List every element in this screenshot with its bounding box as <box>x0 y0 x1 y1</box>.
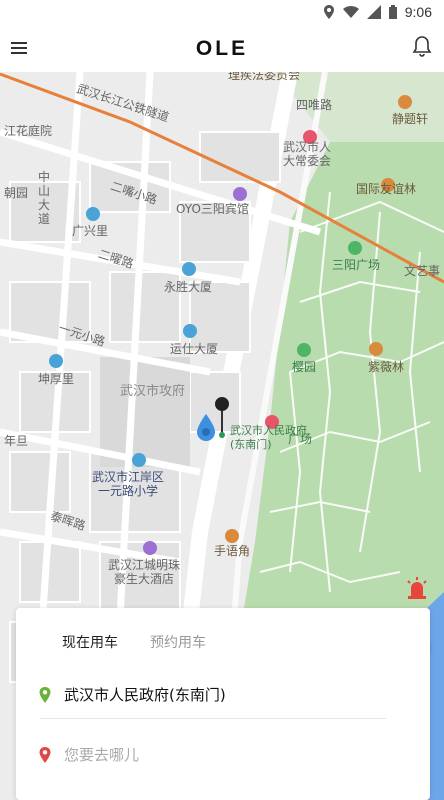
hamburger-icon <box>11 42 27 54</box>
sos-button[interactable] <box>404 575 430 601</box>
signal-icon <box>366 5 381 19</box>
alarm-light-icon <box>407 577 427 599</box>
tab-book-ride[interactable]: 预约用车 <box>150 632 206 652</box>
notifications-button[interactable] <box>410 34 434 60</box>
map-label: 四唯路 <box>296 98 333 112</box>
map-label: 年旦 <box>4 434 29 448</box>
map-label: 永胜大厦 <box>164 280 213 294</box>
map-label: 坤厚里 <box>38 372 75 386</box>
map-label: 江花庭院 <box>4 124 53 138</box>
pickup-address: 武汉市人民政府(东南门) <box>64 686 226 704</box>
map-label: 中山大道 <box>38 170 51 226</box>
destination-pin-icon <box>39 747 51 763</box>
map-label: 运仕大厦 <box>170 342 219 356</box>
map-label: 武汉市人 大常委会 <box>283 140 332 168</box>
map-label: 朝园 <box>4 186 29 200</box>
map-label: 紫薇林 <box>368 360 405 374</box>
location-icon <box>323 5 334 19</box>
ride-panel: 现在用车 预约用车 武汉市人民政府(东南门) 您要去哪儿 <box>16 608 430 800</box>
divider <box>40 718 386 719</box>
menu-button[interactable] <box>8 36 32 60</box>
map-label: 武汉江城明珠 豪生大酒店 <box>108 558 181 586</box>
status-time: 9:06 <box>404 4 432 20</box>
map-label: 静题轩 <box>392 112 429 126</box>
ride-tabs: 现在用车 预约用车 <box>16 632 430 658</box>
wifi-icon <box>342 6 359 18</box>
map-label: 武汉市江岸区 一元路小学 <box>92 470 165 498</box>
destination-field[interactable]: 您要去哪儿 <box>38 740 408 768</box>
map-label: 手语角 <box>214 544 251 558</box>
destination-placeholder: 您要去哪儿 <box>64 746 140 764</box>
map-label: 国际友谊林 <box>356 182 417 196</box>
map-label: OYO三阳宾馆 <box>176 202 249 216</box>
map-label: 武汉市攻府 <box>120 384 186 399</box>
map-label: 广场 <box>288 432 313 446</box>
brand-logo: OLE <box>195 37 249 60</box>
bell-icon <box>412 36 432 57</box>
map-label: 樱园 <box>292 360 317 374</box>
map-label: 文艺事 <box>404 264 441 278</box>
map-label: 广兴里 <box>72 224 109 238</box>
battery-icon <box>388 5 397 19</box>
status-bar: 9:06 <box>0 0 444 24</box>
pickup-field[interactable]: 武汉市人民政府(东南门) <box>38 680 408 708</box>
pickup-pin-icon <box>39 687 51 703</box>
tab-ride-now[interactable]: 现在用车 <box>62 632 118 652</box>
map-label: 理疾法委员会 <box>228 72 301 82</box>
map-label: 三阳广场 <box>332 258 381 272</box>
app-header: OLE <box>0 24 444 73</box>
